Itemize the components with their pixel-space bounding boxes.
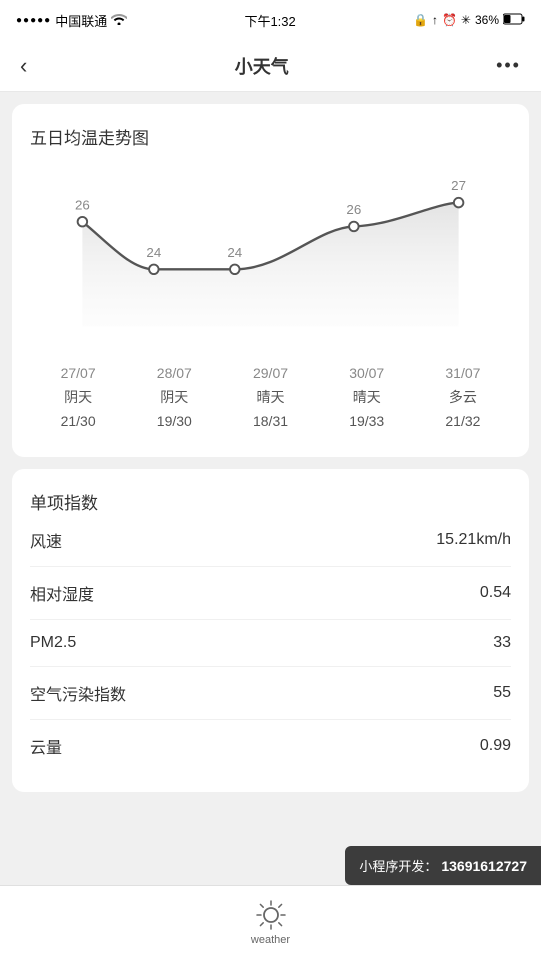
day-date-2: 29/07 [253, 365, 288, 381]
temperature-chart: 26 24 24 26 27 [30, 165, 511, 345]
mini-tooltip: 小程序开发： 13691612727 [345, 846, 541, 885]
day-col-0: 27/07 阴天 21/30 [30, 365, 126, 429]
svg-text:27: 27 [451, 178, 466, 193]
index-label-4: 云量 [30, 734, 62, 758]
index-row-4: 云量 0.99 [30, 720, 511, 772]
day-weather-3: 晴天 [353, 387, 381, 407]
svg-text:24: 24 [227, 245, 242, 260]
day-date-0: 27/07 [61, 365, 96, 381]
status-time: 下午1:32 [244, 11, 295, 30]
index-row-2: PM2.5 33 [30, 620, 511, 667]
status-bar: ●●●●● 中国联通 下午1:32 🔒 ↑ ⏰ ✳ 36% [0, 0, 541, 40]
battery-level: 36% [475, 13, 499, 27]
main-content: 五日均温走势图 [0, 92, 541, 896]
more-button[interactable]: ••• [496, 55, 521, 76]
nav-bar: ‹ 小天气 ••• [0, 40, 541, 92]
index-row-1: 相对湿度 0.54 [30, 567, 511, 620]
day-temp-2: 18/31 [253, 413, 288, 429]
index-value-4: 0.99 [480, 737, 511, 755]
tab-bar: weather [0, 885, 541, 960]
bluetooth-icon: ✳ [461, 13, 471, 27]
day-date-4: 31/07 [445, 365, 480, 381]
location-icon: ↑ [432, 13, 438, 27]
svg-text:26: 26 [346, 202, 361, 217]
index-label-0: 风速 [30, 528, 62, 552]
day-weather-0: 阴天 [64, 387, 92, 407]
index-label-2: PM2.5 [30, 634, 76, 652]
index-card: 单项指数 风速 15.21km/h 相对湿度 0.54 PM2.5 33 空气污… [12, 469, 529, 792]
tab-weather-label: weather [251, 934, 290, 946]
chart-svg: 26 24 24 26 27 [30, 165, 511, 345]
day-date-1: 28/07 [157, 365, 192, 381]
battery-icon [503, 13, 525, 28]
day-temp-0: 21/30 [61, 413, 96, 429]
index-row-3: 空气污染指数 55 [30, 667, 511, 720]
alarm-icon: ⏰ [442, 13, 457, 27]
back-button[interactable]: ‹ [20, 55, 27, 77]
status-left: ●●●●● 中国联通 [16, 11, 127, 30]
status-right: 🔒 ↑ ⏰ ✳ 36% [413, 13, 525, 28]
mini-tooltip-phone: 13691612727 [441, 858, 527, 874]
tab-weather[interactable]: weather [0, 900, 541, 946]
svg-text:24: 24 [146, 245, 161, 260]
page-title: 小天气 [235, 53, 289, 79]
day-temp-3: 19/33 [349, 413, 384, 429]
day-weather-4: 多云 [449, 387, 477, 407]
index-value-3: 55 [493, 684, 511, 702]
signal-icon: ●●●●● [16, 15, 51, 26]
day-col-4: 31/07 多云 21/32 [415, 365, 511, 429]
index-label-3: 空气污染指数 [30, 681, 126, 705]
day-col-3: 30/07 晴天 19/33 [319, 365, 415, 429]
day-date-3: 30/07 [349, 365, 384, 381]
index-value-2: 33 [493, 634, 511, 652]
chart-title: 五日均温走势图 [30, 124, 511, 149]
wifi-icon [111, 13, 127, 28]
date-row: 27/07 阴天 21/30 28/07 阴天 19/30 29/07 晴天 1… [30, 365, 511, 429]
day-weather-1: 阴天 [160, 387, 188, 407]
day-col-1: 28/07 阴天 19/30 [126, 365, 222, 429]
mini-tooltip-prefix: 小程序开发： [359, 856, 437, 875]
day-weather-2: 晴天 [257, 387, 285, 407]
index-label-1: 相对湿度 [30, 581, 94, 605]
index-value-0: 15.21km/h [436, 531, 511, 549]
day-temp-1: 19/30 [157, 413, 192, 429]
day-temp-4: 21/32 [445, 413, 480, 429]
lock-icon: 🔒 [413, 13, 428, 27]
carrier-name: 中国联通 [55, 11, 107, 30]
index-value-1: 0.54 [480, 584, 511, 602]
svg-text:26: 26 [75, 197, 90, 212]
chart-card: 五日均温走势图 [12, 104, 529, 457]
index-title: 单项指数 [30, 489, 511, 514]
index-row-0: 风速 15.21km/h [30, 514, 511, 567]
weather-icon [256, 900, 286, 930]
day-col-2: 29/07 晴天 18/31 [222, 365, 318, 429]
